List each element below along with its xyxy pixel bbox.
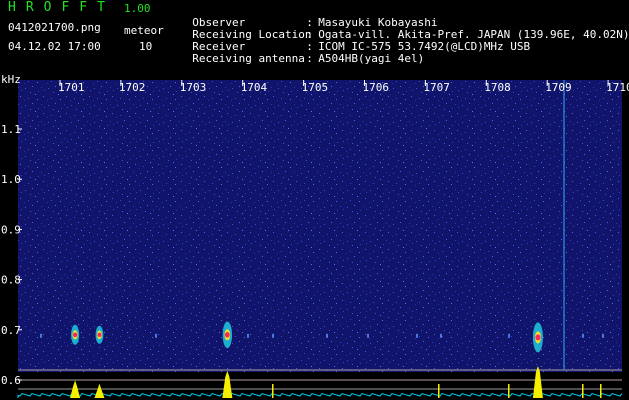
x-tick-label: 1703 <box>180 81 207 94</box>
faint-echo <box>602 333 604 338</box>
y-tick-label: 0.9 <box>1 223 21 236</box>
x-tick-label: 1707 <box>423 81 450 94</box>
y-axis-unit: kHz <box>1 73 21 86</box>
y-tick-label: 0.7 <box>1 324 21 337</box>
noise-texture <box>18 80 622 372</box>
meteor-echo-peak <box>535 334 541 341</box>
y-tick-label: 1.1 <box>1 123 21 136</box>
faint-echo <box>508 333 510 338</box>
meteor-echo-peak <box>224 332 230 338</box>
y-tick-label: 0.8 <box>1 274 21 287</box>
spectrogram-background <box>18 80 622 400</box>
level-spike <box>582 384 584 398</box>
x-tick-label: 1704 <box>241 81 268 94</box>
faint-echo <box>40 333 42 338</box>
meteor-echo-peak <box>97 332 102 338</box>
level-spike <box>438 384 440 398</box>
level-spike <box>272 384 274 398</box>
meteor-echo-peak <box>72 332 78 338</box>
x-tick-label: 1709 <box>545 81 572 94</box>
x-tick-label: 1705 <box>302 81 329 94</box>
level-spike <box>600 384 602 398</box>
y-tick-label: 0.6 <box>1 374 21 387</box>
spectrogram: 1.1 1.0 0.9 0.8 0.7 0.6 1701 1702 1703 1704 1705 17… <box>1 80 629 400</box>
level-spike <box>508 384 510 398</box>
x-tick-label: 1702 <box>119 81 145 94</box>
faint-echo <box>155 333 157 338</box>
x-tick-label: 1701 <box>58 81 85 94</box>
y-tick-label: 1.0 <box>1 173 21 186</box>
faint-echo <box>247 333 249 338</box>
x-tick-label: 1710 <box>606 81 629 94</box>
x-tick-label: 1708 <box>484 81 511 94</box>
faint-echo <box>582 333 584 338</box>
faint-echo <box>416 333 418 338</box>
x-tick-label: 1706 <box>363 81 390 94</box>
faint-echo <box>367 333 369 338</box>
faint-echo <box>272 333 274 338</box>
faint-echo <box>326 333 328 338</box>
faint-echo <box>440 333 442 338</box>
